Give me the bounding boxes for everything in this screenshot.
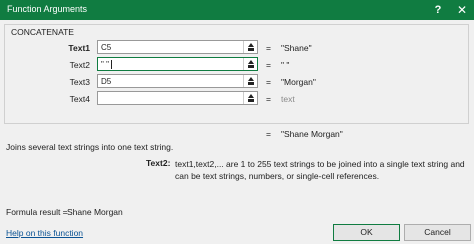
formula-result-label: Formula result =: [6, 207, 68, 217]
arg-help-text: text1,text2,... are 1 to 255 text string…: [175, 159, 465, 181]
collapse-dialog-icon[interactable]: [243, 58, 257, 70]
collapse-dialog-icon[interactable]: [243, 92, 257, 104]
arg-value-text1: C5: [101, 43, 112, 52]
arg-value-text3: D5: [101, 77, 112, 86]
close-button[interactable]: ✕: [450, 0, 474, 20]
text-caret: [110, 60, 112, 70]
arg-result-text1: "Shane": [281, 43, 312, 53]
arg-result-text4: text: [281, 94, 295, 104]
cancel-button[interactable]: Cancel: [404, 224, 471, 241]
arg-input-text3[interactable]: D5: [97, 74, 258, 88]
arg-input-text4[interactable]: [97, 91, 258, 105]
arg-input-text2[interactable]: " ": [97, 57, 258, 71]
formula-eq: =: [266, 129, 271, 139]
arg-eq-text1: =: [266, 43, 271, 53]
help-button[interactable]: ?: [426, 0, 450, 20]
arg-label-text1: Text1: [68, 43, 90, 53]
collapse-dialog-icon[interactable]: [243, 75, 257, 87]
arg-eq-text3: =: [266, 77, 271, 87]
arg-label-text4: Text4: [69, 94, 90, 104]
ok-button[interactable]: OK: [333, 224, 400, 241]
arg-label-text3: Text3: [69, 77, 90, 87]
arg-input-text1[interactable]: C5: [97, 40, 258, 54]
arg-result-text3: "Morgan": [281, 77, 316, 87]
title-bar: Function Arguments ? ✕: [0, 0, 474, 20]
arg-value-text2: " ": [101, 60, 112, 70]
help-link[interactable]: Help on this function: [6, 228, 83, 238]
arg-label-text2: Text2: [69, 60, 90, 70]
arg-eq-text4: =: [266, 94, 271, 104]
arg-eq-text2: =: [266, 60, 271, 70]
formula-value: "Shane Morgan": [281, 129, 343, 139]
function-name: CONCATENATE: [11, 27, 74, 37]
window-title: Function Arguments: [7, 4, 88, 14]
arg-result-text2: " ": [281, 60, 290, 70]
function-description: Joins several text strings into one text…: [6, 142, 174, 152]
arg-help-label: Text2:: [146, 158, 171, 168]
collapse-dialog-icon[interactable]: [243, 41, 257, 53]
formula-result-value: Shane Morgan: [67, 207, 123, 217]
